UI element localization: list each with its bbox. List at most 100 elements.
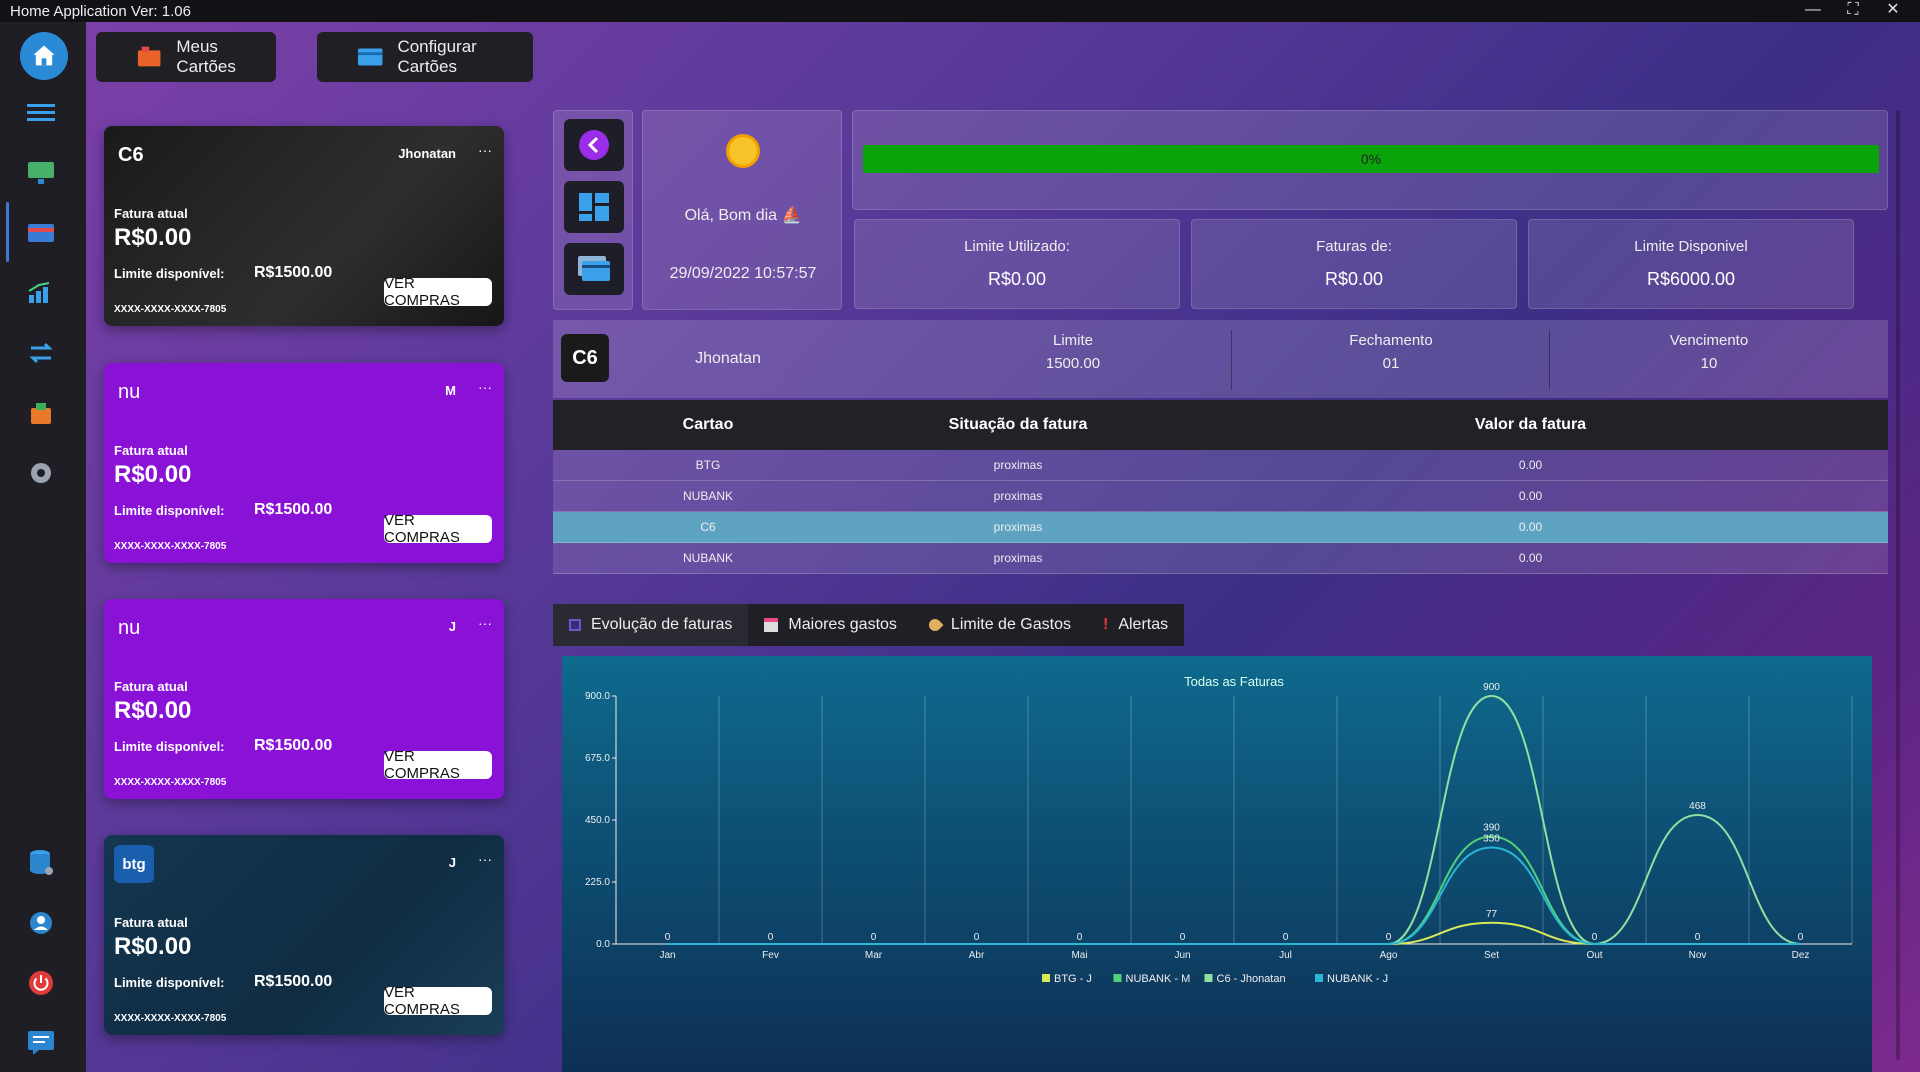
x-tick-label: Mar [865, 950, 883, 961]
data-label: 0 [1798, 932, 1804, 943]
maximize-button[interactable]: ⛶ [1838, 0, 1868, 22]
invoice-label: Fatura atual [114, 443, 188, 458]
ver-compras-button[interactable]: VER COMPRAS [384, 748, 492, 782]
invoices-chart: Todas as Faturas 0.0 225.0 450.0 675.0 900.0 J… [562, 656, 1872, 1072]
tab-alertas[interactable]: ! Alertas [1087, 604, 1184, 646]
card-number: XXXX-XXXX-XXXX-7805 [114, 1013, 227, 1024]
card-owner: Jhonatan [398, 146, 456, 161]
card-icon[interactable] [24, 216, 58, 250]
y-tick-label: 225.0 [585, 877, 610, 888]
card-menu-button[interactable]: ··· [478, 379, 492, 395]
monitor-icon[interactable] [24, 156, 58, 190]
cell-cartao: BTG [695, 458, 721, 472]
column-header-situacao[interactable]: Situação da fatura [863, 416, 1173, 434]
credit-card-nubank-m: nu M ··· Fatura atual R$0.00 Limite disp… [104, 363, 504, 563]
configurar-cartoes-label: Configurar Cartões [397, 37, 477, 76]
invoice-amount: R$0.00 [114, 461, 192, 488]
message-icon[interactable] [24, 1026, 58, 1060]
ver-compras-button[interactable]: VER COMPRAS [384, 275, 492, 309]
invoice-label: Fatura atual [114, 679, 188, 694]
cell-valor: 0.00 [1518, 489, 1543, 503]
credit-card-c6: C6 Jhonatan ··· Fatura atual R$0.00 Limi… [104, 126, 504, 326]
tab-maiores-gastos[interactable]: Maiores gastos [748, 604, 913, 646]
invoices-table: Cartao Situação da fatura Valor da fatur… [553, 400, 1888, 595]
sidebar [0, 22, 86, 1072]
info-vencimento-label: Vencimento [1669, 332, 1749, 349]
stat-value: R$0.00 [987, 269, 1047, 289]
table-row-selected[interactable]: C6 proximas 0.00 [553, 512, 1888, 543]
card-menu-button[interactable]: ··· [478, 615, 492, 631]
x-tick-label: Fev [762, 950, 779, 961]
data-label: 390 [1483, 823, 1500, 834]
limit-label: Limite disponível: [114, 739, 225, 754]
cell-situacao: proximas [993, 458, 1043, 472]
card-menu-button[interactable]: ··· [478, 851, 492, 867]
x-tick-label: Out [1586, 950, 1602, 961]
meus-cartoes-button[interactable]: Meus Cartões [96, 32, 276, 82]
tag-icon [926, 616, 944, 634]
ver-compras-button[interactable]: VER COMPRAS [384, 984, 492, 1018]
limit-label: Limite disponível: [114, 975, 225, 990]
power-icon[interactable] [24, 966, 58, 1000]
cell-valor: 0.00 [1518, 458, 1543, 472]
cell-situacao: proximas [993, 551, 1043, 565]
invoice-label: Fatura atual [114, 915, 188, 930]
cell-cartao: C6 [700, 520, 716, 534]
tab-evolucao[interactable]: Evolução de faturas [553, 604, 749, 646]
card-brand: C6 [118, 144, 144, 166]
info-vencimento: Vencimento 10 [1609, 332, 1809, 372]
data-label: 0 [1386, 932, 1392, 943]
chart-tabs: Evolução de faturas Maiores gastos Limit… [553, 604, 1185, 646]
info-limite-label: Limite [1052, 332, 1093, 349]
stat-value: R$0.00 [1324, 269, 1384, 289]
data-label: 0 [1283, 932, 1289, 943]
tab-limite-gastos[interactable]: Limite de Gastos [913, 604, 1087, 646]
invoice-label: Fatura atual [114, 206, 188, 221]
calendar-icon [764, 618, 779, 632]
cell-situacao: proximas [993, 520, 1043, 534]
info-fechamento: Fechamento 01 [1291, 332, 1491, 372]
main-area: Meus Cartões Configurar Cartões C6 Jhona… [86, 22, 1920, 1072]
table-row[interactable]: NUBANK proximas 0.00 [553, 481, 1888, 512]
configurar-cartoes-button[interactable]: Configurar Cartões [317, 32, 533, 82]
x-tick-label: Abr [969, 950, 985, 961]
data-label: 0 [1180, 932, 1186, 943]
close-button[interactable]: ✕ [1878, 0, 1908, 22]
dashboard-button[interactable] [564, 181, 624, 233]
stat-limite-utilizado: Limite Utilizado: R$0.00 [854, 219, 1180, 309]
ver-compras-button[interactable]: VER COMPRAS [384, 512, 492, 546]
minimize-button[interactable]: — [1798, 0, 1828, 22]
cards-icon [578, 256, 610, 281]
info-limite-value: 1500.00 [1045, 355, 1101, 372]
column-header-valor[interactable]: Valor da fatura [1173, 416, 1888, 434]
quick-actions-panel [553, 110, 633, 310]
menu-icon[interactable] [24, 96, 58, 130]
scrollbar[interactable] [1896, 110, 1900, 1060]
transfer-icon[interactable] [24, 336, 58, 370]
gear-icon[interactable] [24, 456, 58, 490]
info-limite: Limite 1500.00 [973, 332, 1173, 372]
legend-label: NUBANK - J [1327, 973, 1388, 985]
chart-icon[interactable] [24, 276, 58, 310]
bag-icon[interactable] [24, 396, 58, 430]
database-icon[interactable] [24, 846, 58, 880]
card-icon [357, 48, 383, 66]
card-menu-button[interactable]: ··· [478, 142, 492, 158]
table-row[interactable]: BTG proximas 0.00 [553, 450, 1888, 481]
meus-cartoes-label: Meus Cartões [176, 37, 236, 76]
home-icon[interactable] [20, 32, 68, 80]
chart-title: Todas as Faturas [1184, 674, 1284, 689]
list-icon [569, 619, 581, 631]
table-row[interactable]: NUBANK proximas 0.00 [553, 543, 1888, 574]
legend-label: C6 - Jhonatan [1217, 973, 1286, 985]
data-label: 0 [665, 932, 671, 943]
dashboard-icon [579, 193, 609, 221]
x-tick-label: Set [1484, 950, 1499, 961]
user-icon[interactable] [24, 906, 58, 940]
x-tick-label: Jul [1279, 950, 1292, 961]
stat-faturas: Faturas de: R$0.00 [1191, 219, 1517, 309]
column-header-cartao[interactable]: Cartao [553, 416, 863, 434]
back-button[interactable] [564, 119, 624, 171]
data-label: 350 [1483, 834, 1500, 845]
cards-view-button[interactable] [564, 243, 624, 295]
